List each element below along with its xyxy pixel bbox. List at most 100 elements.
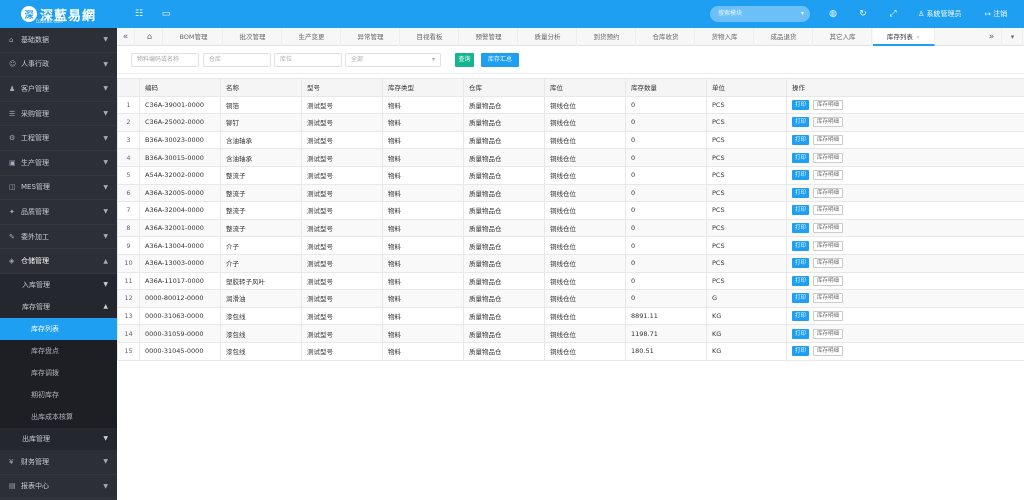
menu-toggle-icon[interactable]: ☷ xyxy=(133,8,145,20)
sidebar-item-customers[interactable]: ♟ 客户管理 ▼ xyxy=(0,77,117,102)
stock-detail-button[interactable]: 库存明细 xyxy=(813,117,844,128)
column-header[interactable]: 库存类型 xyxy=(382,78,464,97)
table-row[interactable]: 6 A36A-32005-0000 整流子 测试型号 物料 质量物品仓 铜线仓位 0 PCS 打印… xyxy=(117,183,1024,203)
column-header[interactable]: 名称 xyxy=(220,78,302,97)
tabs-scroll-left-icon[interactable]: « xyxy=(117,28,135,46)
material-search-input[interactable]: 物料编码或名称 xyxy=(131,53,199,67)
tab-exception[interactable]: 异常管理 xyxy=(342,28,400,46)
sidebar-item-outsourcing[interactable]: ✎ 委外加工 ▼ xyxy=(0,225,117,250)
sidebar-link-cost-accounting[interactable]: 出库成本核算 xyxy=(0,405,117,428)
sidebar-sub-inbound[interactable]: 入库管理 ▼ xyxy=(0,273,117,296)
print-button[interactable]: 打印 xyxy=(792,258,810,269)
stock-detail-button[interactable]: 库存明细 xyxy=(813,152,844,163)
column-header[interactable]: 库位 xyxy=(544,78,626,97)
table-row[interactable]: 13 0000-31063-0000 漆包线 测试型号 物料 质量物品仓 铜线仓位 8891.… xyxy=(117,306,1024,326)
table-row[interactable]: 8 A36A-32001-0000 整流子 测试型号 物料 质量物品仓 铜线仓位 0 PCS 打印… xyxy=(117,218,1024,238)
table-row[interactable]: 11 A36A-11017-0000 塑胶转子风叶 测试型号 物料 质量物品仓 铜线仓位 0 P… xyxy=(117,271,1024,291)
print-button[interactable]: 打印 xyxy=(792,328,810,339)
stock-detail-button[interactable]: 库存明细 xyxy=(813,328,844,339)
stock-detail-button[interactable]: 库存明细 xyxy=(813,311,844,322)
print-button[interactable]: 打印 xyxy=(792,223,810,234)
tab-quality-analysis[interactable]: 质量分析 xyxy=(519,28,577,46)
tab-production-change[interactable]: 生产变更 xyxy=(283,28,341,46)
print-button[interactable]: 打印 xyxy=(792,99,810,110)
stock-detail-button[interactable]: 库存明细 xyxy=(813,240,844,251)
sidebar-item-quality[interactable]: ✦ 品质管理 ▼ xyxy=(0,200,117,225)
stock-detail-button[interactable]: 库存明细 xyxy=(813,99,844,110)
print-button[interactable]: 打印 xyxy=(792,293,810,304)
tab-batch[interactable]: 批次管理 xyxy=(224,28,282,46)
tabs-scroll-right-icon[interactable]: » xyxy=(982,28,1002,46)
column-header[interactable]: 单位 xyxy=(706,78,787,97)
print-button[interactable]: 打印 xyxy=(792,346,810,357)
tab-receiving[interactable]: 仓库收货 xyxy=(637,28,695,46)
table-row[interactable]: 12 0000-80012-0000 润滑油 测试型号 物料 质量物品仓 铜线仓位 0 G 打印库… xyxy=(117,289,1024,308)
table-row[interactable]: 7 A36A-32004-0000 整流子 测试型号 物料 质量物品仓 铜线仓位 0 PCS 打印… xyxy=(117,201,1024,220)
stock-summary-button[interactable]: 库存汇总 xyxy=(481,53,519,67)
stock-detail-button[interactable]: 库存明细 xyxy=(813,135,844,146)
fullscreen-icon[interactable]: ⤢ xyxy=(887,8,899,20)
print-button[interactable]: 打印 xyxy=(792,117,810,128)
table-row[interactable]: 10 A36A-13003-0000 介子 测试型号 物料 质量物品仓 铜线仓位 0 PCS 打印… xyxy=(117,253,1024,273)
sidebar-item-engineering[interactable]: ⚙ 工程管理 ▼ xyxy=(0,126,117,151)
tabs-menu-icon[interactable]: ▾ xyxy=(1003,28,1023,46)
print-button[interactable]: 打印 xyxy=(792,205,810,216)
query-button[interactable]: 查询 xyxy=(455,53,474,67)
brand-logo[interactable]: 深 深藍易網 DZBLUE.COM xyxy=(0,0,117,28)
location-input[interactable]: 库位 xyxy=(274,53,342,67)
stock-detail-button[interactable]: 库存明细 xyxy=(813,170,844,181)
refresh-icon[interactable]: ↻ xyxy=(857,8,869,20)
column-header[interactable]: 型号 xyxy=(301,78,383,97)
sidebar-link-stock-count[interactable]: 库存盘点 xyxy=(0,339,117,362)
sidebar-item-reports[interactable]: ▤ 报表中心 ▼ xyxy=(0,475,117,500)
logout-button[interactable]: ↦ 注销 xyxy=(985,0,1007,28)
sidebar-sub-outbound[interactable]: 出库管理 ▼ xyxy=(0,427,117,450)
print-button[interactable]: 打印 xyxy=(792,187,810,198)
sidebar-link-stock-transfer[interactable]: 库存调拨 xyxy=(0,361,117,384)
tab-arrival-booking[interactable]: 到货预约 xyxy=(578,28,636,46)
table-row[interactable]: 3 B36A-30023-0000 含油轴承 测试型号 物料 质量物品仓 铜线仓位 0 PCS 打… xyxy=(117,130,1024,150)
sidebar-item-basic-data[interactable]: ⌂ 基础数据 ▼ xyxy=(0,28,117,53)
user-menu[interactable]: ♙ 系統管理员 xyxy=(918,0,962,28)
sidebar-item-purchasing[interactable]: ☰ 采购管理 ▼ xyxy=(0,102,117,127)
column-header[interactable]: 仓库 xyxy=(463,78,545,97)
tab-goods-inbound[interactable]: 货物入库 xyxy=(696,28,754,46)
sidebar-item-mes[interactable]: ◫ MES管理 ▼ xyxy=(0,176,117,201)
tab-alerts[interactable]: 预警管理 xyxy=(460,28,518,46)
sidebar-item-warehouse[interactable]: ◈ 仓储管理 ▲ xyxy=(0,249,117,274)
table-row[interactable]: 4 B36A-30015-0000 含油轴承 测试型号 物料 质量物品仓 铜线仓位 0 PCS 打… xyxy=(117,148,1024,167)
print-button[interactable]: 打印 xyxy=(792,170,810,181)
stock-type-select[interactable]: 全部 ▾ xyxy=(345,53,441,67)
stock-detail-button[interactable]: 库存明细 xyxy=(813,223,844,234)
table-row[interactable]: 15 0000-31045-0000 漆包线 测试型号 物料 质量物品仓 铜线仓位 180.5… xyxy=(117,341,1024,361)
table-row[interactable]: 9 A36A-13004-0000 介子 测试型号 物料 质量物品仓 铜线仓位 0 PCS 打印库… xyxy=(117,236,1024,255)
sidebar-sub-stock[interactable]: 库存管理 ▲ xyxy=(0,295,117,318)
tab-bom[interactable]: BOM管理 xyxy=(165,28,223,46)
tab-stock-list[interactable]: 库存列表 ✕ xyxy=(873,28,935,46)
print-button[interactable]: 打印 xyxy=(792,240,810,251)
stock-detail-button[interactable]: 库存明细 xyxy=(813,187,844,198)
close-icon[interactable]: ✕ xyxy=(916,35,920,41)
home-tab-icon[interactable]: ⌂ xyxy=(137,28,163,46)
sidebar-item-production[interactable]: ▣ 生产管理 ▼ xyxy=(0,151,117,176)
sidebar-link-stock-list[interactable]: 库存列表 xyxy=(0,317,117,340)
print-button[interactable]: 打印 xyxy=(792,275,810,286)
warehouse-input[interactable]: 仓库 xyxy=(203,53,271,67)
stock-detail-button[interactable]: 库存明细 xyxy=(813,346,844,357)
column-header[interactable]: 库存数量 xyxy=(625,78,707,97)
stock-detail-button[interactable]: 库存明细 xyxy=(813,205,844,216)
screen-icon[interactable]: ▭ xyxy=(160,8,172,20)
table-row[interactable]: 5 A54A-32002-0000 整流子 测试型号 物料 质量物品仓 铜线仓位 0 PCS 打印… xyxy=(117,165,1024,185)
sidebar-item-hr[interactable]: ☺ 人事行政 ▼ xyxy=(0,53,117,78)
table-row[interactable]: 2 C36A-25002-0000 铆钉 测试型号 物料 质量物品仓 铜线仓位 0 PCS 打印库… xyxy=(117,113,1024,132)
print-button[interactable]: 打印 xyxy=(792,152,810,163)
print-button[interactable]: 打印 xyxy=(792,135,810,146)
stock-detail-button[interactable]: 库存明细 xyxy=(813,258,844,269)
table-row[interactable]: 14 0000-31059-0000 漆包线 测试型号 物料 质量物品仓 铜线仓位 1198.… xyxy=(117,324,1024,343)
sidebar-link-opening-stock[interactable]: 期初库存 xyxy=(0,383,117,406)
tab-product-return[interactable]: 成品退货 xyxy=(755,28,813,46)
table-row[interactable]: 1 C36A-39001-0000 铜箔 测试型号 物料 质量物品仓 铜线仓位 0 PCS 打印库… xyxy=(117,95,1024,115)
tab-other-inbound[interactable]: 其它入库 xyxy=(814,28,872,46)
stock-detail-button[interactable]: 库存明细 xyxy=(813,293,844,304)
stock-detail-button[interactable]: 库存明细 xyxy=(813,275,844,286)
